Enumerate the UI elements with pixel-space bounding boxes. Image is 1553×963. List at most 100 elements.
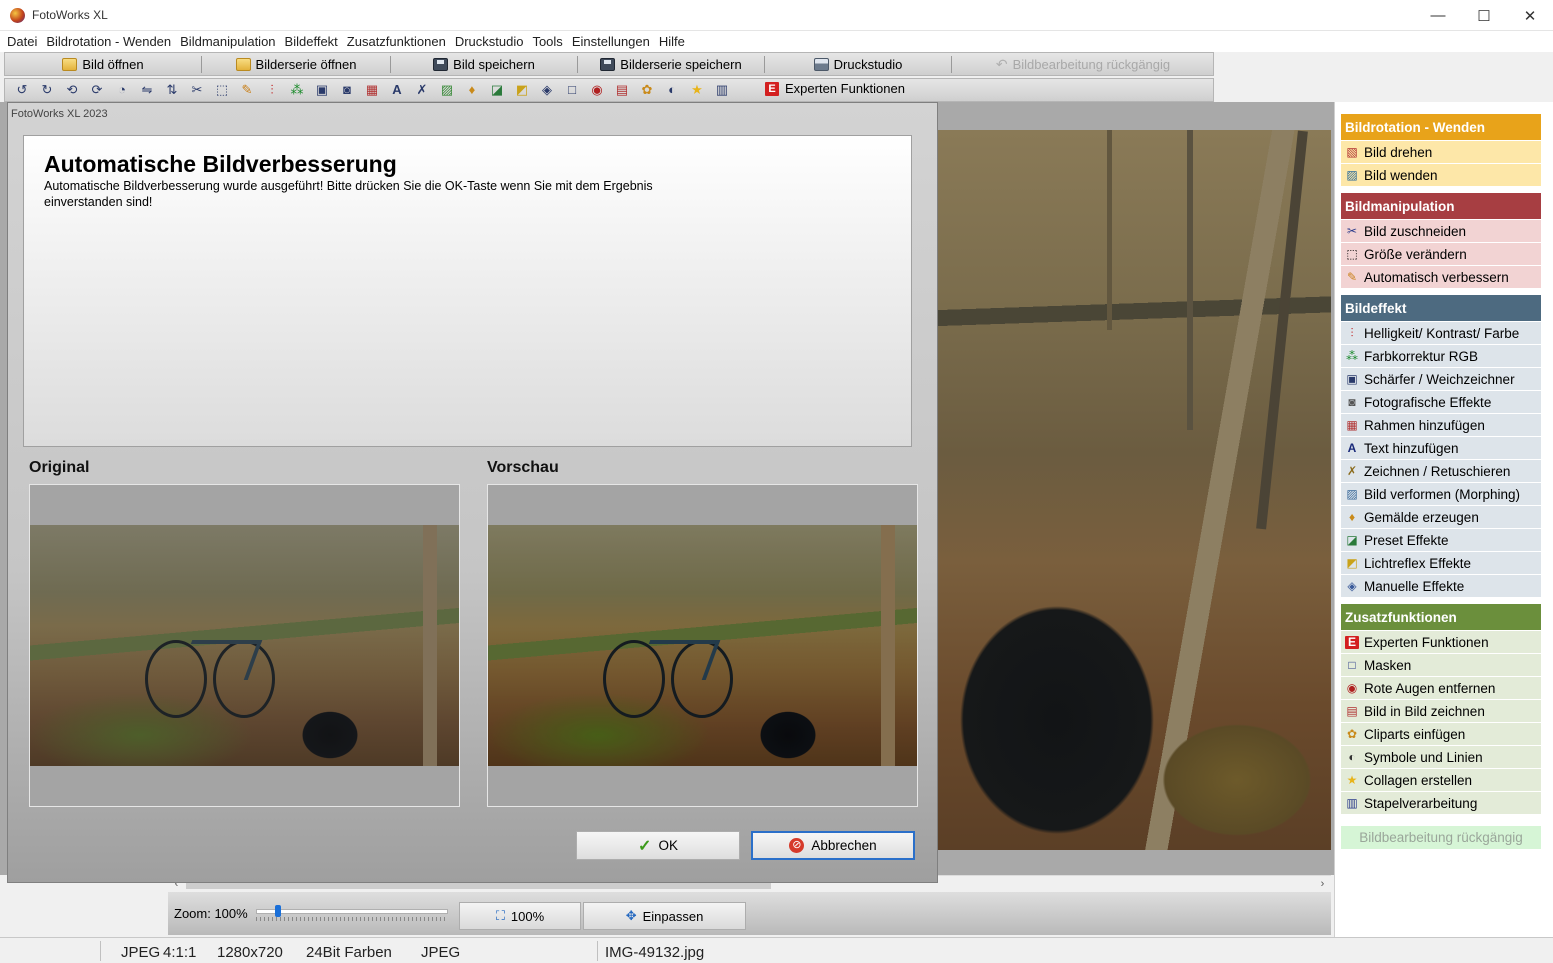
- rotate-free-icon[interactable]: ◔: [113, 82, 131, 98]
- slider-track: [256, 909, 448, 914]
- zoom-slider[interactable]: [256, 903, 448, 921]
- frame-icon: ▦: [1346, 417, 1358, 432]
- star-icon: ★: [1346, 772, 1358, 787]
- sidebar-item-cliparts[interactable]: ✿ Cliparts einfügen: [1341, 723, 1541, 746]
- maximize-button[interactable]: ☐: [1461, 0, 1507, 31]
- sidebar-item-rgb[interactable]: ⁂ Farbkorrektur RGB: [1341, 345, 1541, 368]
- menu-zusatzfunktionen[interactable]: Zusatzfunktionen: [344, 31, 452, 52]
- minimize-button[interactable]: —: [1415, 0, 1461, 31]
- menu-hilfe[interactable]: Hilfe: [656, 31, 691, 52]
- sidebar-item-symbols[interactable]: ◐ Symbole und Linien: [1341, 746, 1541, 769]
- magic-wand-icon[interactable]: ✎: [238, 82, 256, 98]
- sidebar-item-batch[interactable]: ▥ Stapelverarbeitung: [1341, 792, 1541, 815]
- morph-icon[interactable]: ▨: [438, 82, 456, 98]
- sidebar-item-manual-effects[interactable]: ◈ Manuelle Effekte: [1341, 575, 1541, 598]
- status-colors: 24Bit Farben: [306, 944, 392, 961]
- sidebar-item-draw[interactable]: ✗ Zeichnen / Retuschieren: [1341, 460, 1541, 483]
- sidebar-undo-button[interactable]: Bildbearbeitung rückgängig: [1341, 826, 1541, 849]
- scissors-icon[interactable]: ✂: [188, 82, 206, 98]
- rotate-right-icon[interactable]: ↻: [38, 82, 56, 98]
- red-eye-icon[interactable]: ◉: [588, 82, 606, 98]
- text-icon[interactable]: A: [388, 82, 406, 98]
- save-disk-icon: [600, 58, 616, 71]
- morph-icon: ▨: [1346, 486, 1358, 501]
- menu-tools[interactable]: Tools: [529, 31, 568, 52]
- paint-icon[interactable]: ♦: [463, 82, 481, 98]
- brightness-icon[interactable]: ⫶: [263, 82, 281, 98]
- fit-to-window-button[interactable]: ✥ Einpassen: [583, 902, 746, 930]
- rgb-icon[interactable]: ⁂: [288, 82, 306, 98]
- open-image-button[interactable]: Bild öffnen: [5, 54, 201, 75]
- sidebar-item-photo-effects[interactable]: ◙ Fotografische Effekte: [1341, 391, 1541, 414]
- picture-in-picture-icon[interactable]: ▤: [613, 82, 631, 98]
- ok-button[interactable]: ✓ OK: [576, 831, 740, 860]
- rotate-cw-icon[interactable]: ⟳: [88, 82, 106, 98]
- sidebar-item-frame[interactable]: ▦ Rahmen hinzufügen: [1341, 414, 1541, 437]
- section-effect-header[interactable]: Bildeffekt: [1341, 295, 1541, 321]
- save-image-button[interactable]: Bild speichern: [391, 54, 577, 75]
- preset-icon[interactable]: ◪: [488, 82, 506, 98]
- sidebar-item-morphing[interactable]: ▨ Bild verformen (Morphing): [1341, 483, 1541, 506]
- camera-icon[interactable]: ◙: [338, 82, 356, 98]
- tree-trunk: [1256, 130, 1308, 530]
- sidebar-item-collage[interactable]: ★ Collagen erstellen: [1341, 769, 1541, 792]
- rotate-image-icon: ▧: [1346, 144, 1358, 159]
- sidebar-item-painting[interactable]: ♦ Gemälde erzeugen: [1341, 506, 1541, 529]
- rotate-left-icon[interactable]: ↺: [13, 82, 31, 98]
- brush-icon[interactable]: ✗: [413, 82, 431, 98]
- menu-bildmanipulation[interactable]: Bildmanipulation: [177, 31, 281, 52]
- mask-icon[interactable]: □: [563, 82, 581, 98]
- menu-einstellungen[interactable]: Einstellungen: [569, 31, 656, 52]
- sidebar-item-red-eye[interactable]: ◉ Rote Augen entfernen: [1341, 677, 1541, 700]
- section-manipulation-header[interactable]: Bildmanipulation: [1341, 193, 1541, 219]
- symbols-icon[interactable]: ◐: [663, 82, 681, 98]
- menu-druckstudio[interactable]: Druckstudio: [452, 31, 530, 52]
- save-series-button[interactable]: Bilderserie speichern: [578, 54, 764, 75]
- expert-e-icon: E: [1345, 635, 1359, 649]
- lens-flare-icon[interactable]: ◩: [513, 82, 531, 98]
- sidebar-item-sharpen[interactable]: ▣ Schärfer / Weichzeichner: [1341, 368, 1541, 391]
- sidebar-item-flip[interactable]: ▨ Bild wenden: [1341, 164, 1541, 187]
- sidebar-item-lens-flare[interactable]: ◩ Lichtreflex Effekte: [1341, 552, 1541, 575]
- sharpen-icon[interactable]: ▣: [313, 82, 331, 98]
- folder-icon: [62, 58, 78, 71]
- section-extra-header[interactable]: Zusatzfunktionen: [1341, 604, 1541, 630]
- fence-post: [423, 525, 437, 766]
- sidebar-item-crop[interactable]: ✂ Bild zuschneiden: [1341, 220, 1541, 243]
- sidebar-item-masks[interactable]: □ Masken: [1341, 654, 1541, 677]
- print-studio-button[interactable]: Druckstudio: [765, 54, 951, 75]
- open-series-button[interactable]: Bilderserie öffnen: [202, 54, 390, 75]
- cancel-button[interactable]: ⊘ Abbrechen: [751, 831, 915, 860]
- section-rotation-header[interactable]: Bildrotation - Wenden: [1341, 114, 1541, 140]
- resize-icon[interactable]: ⬚: [213, 82, 231, 98]
- manual-effects-icon[interactable]: ◈: [538, 82, 556, 98]
- rotate-ccw-icon[interactable]: ⟲: [63, 82, 81, 98]
- sidebar-item-preset[interactable]: ◪ Preset Effekte: [1341, 529, 1541, 552]
- sidebar-item-text[interactable]: A Text hinzufügen: [1341, 437, 1541, 460]
- frame-icon[interactable]: ▦: [363, 82, 381, 98]
- expert-functions-button[interactable]: E Experten Funktionen: [765, 81, 905, 96]
- flip-vertical-icon[interactable]: ⇅: [163, 82, 181, 98]
- flip-icon[interactable]: ⇋: [138, 82, 156, 98]
- sidebar-item-expert[interactable]: E Experten Funktionen: [1341, 631, 1541, 654]
- sidebar-item-picture-in-picture[interactable]: ▤ Bild in Bild zeichnen: [1341, 700, 1541, 723]
- menu-datei[interactable]: Datei: [4, 31, 43, 52]
- menu-bar: Datei Bildrotation - Wenden Bildmanipula…: [0, 31, 1553, 52]
- scroll-right-icon[interactable]: ›: [1314, 876, 1331, 893]
- star-icon[interactable]: ★: [688, 82, 706, 98]
- tool-toolbar: ↺ ↻ ⟲ ⟳ ◔ ⇋ ⇅ ✂ ⬚ ✎ ⫶ ⁂ ▣ ◙ ▦ A ✗ ▨ ♦ ◪ …: [4, 78, 1214, 102]
- menu-bildeffekt[interactable]: Bildeffekt: [282, 31, 344, 52]
- close-button[interactable]: ✕: [1507, 0, 1553, 31]
- menu-bildrotation[interactable]: Bildrotation - Wenden: [43, 31, 177, 52]
- printer-icon: [813, 58, 829, 71]
- slider-knob[interactable]: [275, 905, 281, 917]
- sidebar-item-auto-enhance[interactable]: ✎ Automatisch verbessern: [1341, 266, 1541, 289]
- undo-icon: ↶: [995, 56, 1008, 72]
- sidebar-item-rotate[interactable]: ▧ Bild drehen: [1341, 141, 1541, 164]
- undo-button[interactable]: ↶ Bildbearbeitung rückgängig: [952, 54, 1214, 75]
- clipart-icon[interactable]: ✿: [638, 82, 656, 98]
- sidebar-item-resize[interactable]: ⬚ Größe verändern: [1341, 243, 1541, 266]
- sidebar-item-brightness[interactable]: ⫶ Helligkeit/ Kontrast/ Farbe: [1341, 322, 1541, 345]
- zoom-100-button[interactable]: ⛶ 100%: [459, 902, 581, 930]
- batch-icon[interactable]: ▥: [713, 82, 731, 98]
